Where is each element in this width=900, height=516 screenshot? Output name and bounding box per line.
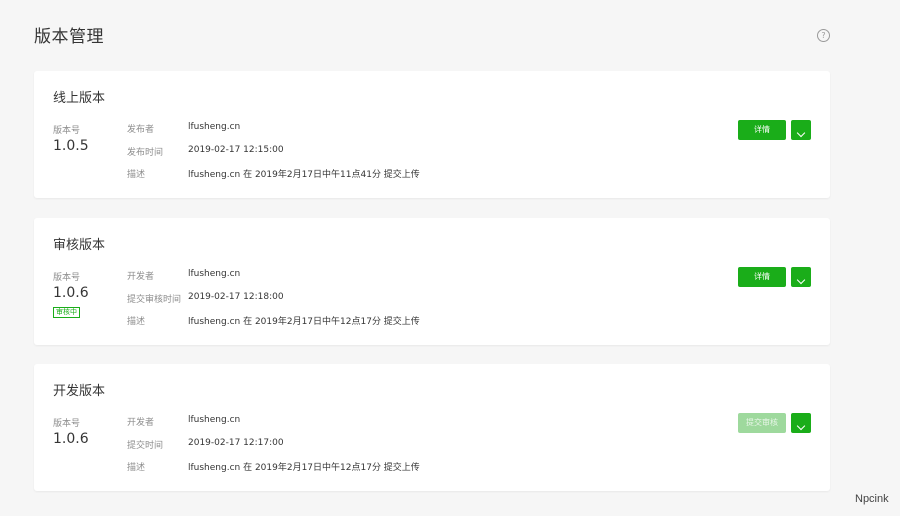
version-card-online: 线上版本 版本号 1.0.5 发布者 lfusheng.cn 发布时间 2019… [34, 71, 830, 198]
submit-time-value: 2019-02-17 12:17:00 [188, 438, 284, 448]
more-dropdown-button[interactable] [791, 413, 811, 433]
submit-review-button[interactable]: 提交审核 [738, 413, 786, 433]
chevron-down-icon [796, 421, 806, 430]
page-title: 版本管理 [34, 27, 104, 47]
publisher-value: lfusheng.cn [188, 122, 241, 132]
description-value: lfusheng.cn 在 2019年2月17日中午12点17分 提交上传 [188, 463, 420, 473]
details-button[interactable]: 详情 [738, 120, 786, 140]
publish-time-label: 发布时间 [127, 148, 164, 158]
status-badge: 审核中 [53, 307, 80, 318]
description-label: 描述 [127, 317, 146, 327]
submit-time-label: 提交时间 [127, 441, 164, 451]
card-title: 审核版本 [53, 238, 106, 253]
publisher-label: 发布者 [127, 125, 155, 135]
version-card-review: 审核版本 版本号 1.0.6 审核中 开发者 lfusheng.cn 提交审核时… [34, 218, 830, 345]
chevron-down-icon [796, 275, 806, 284]
card-title: 开发版本 [53, 384, 106, 399]
developer-value: lfusheng.cn [188, 269, 241, 279]
review-submit-time-value: 2019-02-17 12:18:00 [188, 292, 284, 302]
description-value: lfusheng.cn 在 2019年2月17日中午11点41分 提交上传 [188, 170, 420, 180]
version-number: 1.0.5 [53, 138, 89, 154]
version-label: 版本号 [53, 419, 81, 429]
description-label: 描述 [127, 463, 146, 473]
card-title: 线上版本 [53, 91, 106, 106]
help-icon[interactable]: ? [817, 29, 830, 42]
developer-value: lfusheng.cn [188, 415, 241, 425]
details-button[interactable]: 详情 [738, 267, 786, 287]
review-submit-time-label: 提交审核时间 [127, 295, 182, 305]
description-label: 描述 [127, 170, 146, 180]
description-value: lfusheng.cn 在 2019年2月17日中午12点17分 提交上传 [188, 317, 420, 327]
developer-label: 开发者 [127, 272, 155, 282]
chevron-down-icon [796, 128, 806, 137]
version-label: 版本号 [53, 126, 81, 136]
watermark-text: Npcink [855, 493, 889, 505]
version-number: 1.0.6 [53, 431, 89, 447]
publish-time-value: 2019-02-17 12:15:00 [188, 145, 284, 155]
version-card-dev: 开发版本 版本号 1.0.6 开发者 lfusheng.cn 提交时间 2019… [34, 364, 830, 491]
more-dropdown-button[interactable] [791, 267, 811, 287]
developer-label: 开发者 [127, 418, 155, 428]
version-number: 1.0.6 [53, 285, 89, 301]
version-label: 版本号 [53, 273, 81, 283]
more-dropdown-button[interactable] [791, 120, 811, 140]
